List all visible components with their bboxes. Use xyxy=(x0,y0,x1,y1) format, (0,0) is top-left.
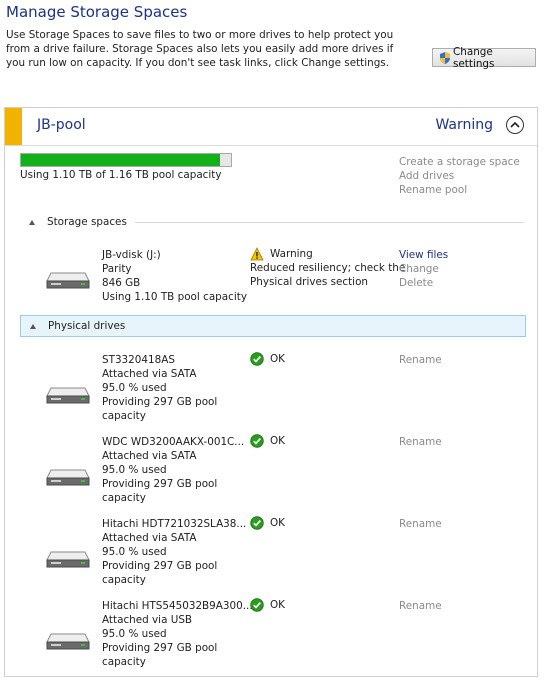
pool-capacity-fill xyxy=(21,154,221,166)
rename-drive-link[interactable]: Rename xyxy=(399,353,442,367)
chevron-up-icon xyxy=(510,121,520,128)
drive-status: OK xyxy=(250,598,285,612)
drive-actions: Rename xyxy=(399,517,442,531)
drive-actions: Rename xyxy=(399,353,442,367)
change-settings-button[interactable]: Change settings xyxy=(432,45,536,70)
drive-used: 95.0 % used xyxy=(102,628,167,640)
hard-drive-icon xyxy=(46,551,90,568)
pool-capacity-text: Using 1.10 TB of 1.16 TB pool capacity xyxy=(20,169,222,181)
section-divider xyxy=(134,221,524,223)
drive-providing: Providing 297 GB pool xyxy=(102,560,218,572)
storage-space-actions: View files Change Delete xyxy=(399,248,448,290)
storage-spaces-header-label: Storage spaces xyxy=(47,216,127,228)
uac-shield-icon xyxy=(440,52,450,64)
page-description: Use Storage Spaces to save files to two … xyxy=(6,29,394,69)
drive-status: OK xyxy=(250,434,285,448)
drive-status-text: OK xyxy=(270,599,285,611)
hard-drive-icon xyxy=(46,469,90,486)
check-circle-icon xyxy=(250,598,264,612)
pool-name: JB-pool xyxy=(37,117,86,133)
physical-drive-item: WDC WD3200AAKX-001C... Attached via SATA… xyxy=(5,433,537,513)
storage-space-name: JB-vdisk (J:) xyxy=(102,249,161,261)
drive-status-text: OK xyxy=(270,517,285,529)
check-circle-icon xyxy=(250,434,264,448)
physical-drive-item: Hitachi HDT721032SLA38... Attached via S… xyxy=(5,515,537,595)
drive-providing-2: capacity xyxy=(102,410,146,422)
drive-providing: Providing 297 GB pool xyxy=(102,642,218,654)
drive-info: WDC WD3200AAKX-001C... Attached via SATA… xyxy=(102,435,244,505)
drive-connection: Attached via SATA xyxy=(102,450,197,462)
rename-pool-link[interactable]: Rename pool xyxy=(399,183,520,197)
drive-name: WDC WD3200AAKX-001C... xyxy=(102,436,245,448)
change-link[interactable]: Change xyxy=(399,262,448,276)
page-title: Manage Storage Spaces xyxy=(6,3,188,21)
warning-triangle-icon xyxy=(250,247,264,261)
drive-actions: Rename xyxy=(399,599,442,613)
rename-drive-link[interactable]: Rename xyxy=(399,435,442,449)
drive-name: Hitachi HTS545032B9A300... xyxy=(102,600,253,612)
drive-providing: Providing 297 GB pool xyxy=(102,396,218,408)
drive-info: ST3320418AS Attached via SATA 95.0 % use… xyxy=(102,353,217,423)
storage-space-status: Warning Reduced resiliency; check the Ph… xyxy=(250,247,405,289)
rename-drive-link[interactable]: Rename xyxy=(399,599,442,613)
create-storage-space-link[interactable]: Create a storage space xyxy=(399,155,520,169)
drive-name: Hitachi HDT721032SLA38... xyxy=(102,518,247,530)
drive-used: 95.0 % used xyxy=(102,464,167,476)
rename-drive-link[interactable]: Rename xyxy=(399,517,442,531)
storage-space-resiliency: Parity xyxy=(102,263,132,275)
drive-connection: Attached via SATA xyxy=(102,368,197,380)
drive-name: ST3320418AS xyxy=(102,354,175,366)
drive-status-text: OK xyxy=(270,435,285,447)
storage-space-status-detail: Reduced resiliency; check the xyxy=(250,262,406,274)
storage-space-item: JB-vdisk (J:) Parity 846 GB Using 1.10 T… xyxy=(5,246,537,326)
drive-status-text: OK xyxy=(270,353,285,365)
storage-space-usage: Using 1.10 TB pool capacity xyxy=(102,291,247,303)
collapse-arrow-icon xyxy=(29,219,35,225)
physical-drives-section-header[interactable]: Physical drives xyxy=(20,315,526,337)
storage-space-status-detail-2: Physical drives section xyxy=(250,276,369,288)
add-drives-link[interactable]: Add drives xyxy=(399,169,520,183)
drive-providing-2: capacity xyxy=(102,492,146,504)
drive-actions: Rename xyxy=(399,435,442,449)
hard-drive-icon xyxy=(46,633,90,650)
drive-connection: Attached via SATA xyxy=(102,532,197,544)
check-circle-icon xyxy=(250,516,264,530)
change-settings-label: Change settings xyxy=(453,45,495,70)
drive-status: OK xyxy=(250,516,285,530)
physical-drive-item: Hitachi HTS545032B9A300... Attached via … xyxy=(5,597,537,677)
drive-used: 95.0 % used xyxy=(102,382,167,394)
storage-space-info: JB-vdisk (J:) Parity 846 GB Using 1.10 T… xyxy=(102,248,247,304)
pool-header: JB-pool Warning xyxy=(5,108,537,146)
view-files-link[interactable]: View files xyxy=(399,248,448,262)
drive-used: 95.0 % used xyxy=(102,546,167,558)
physical-drives-header-label: Physical drives xyxy=(48,320,126,332)
pool-warning-accent xyxy=(5,108,22,145)
drive-connection: Attached via USB xyxy=(102,614,193,626)
physical-drive-item: ST3320418AS Attached via SATA 95.0 % use… xyxy=(5,351,537,431)
collapse-pool-button[interactable] xyxy=(506,116,524,134)
storage-space-status-title: Warning xyxy=(270,248,313,260)
drive-providing-2: capacity xyxy=(102,574,146,586)
delete-link[interactable]: Delete xyxy=(399,276,448,290)
pool-capacity-bar xyxy=(20,153,232,167)
storage-pool-panel: JB-pool Warning Using 1.10 TB of 1.16 TB… xyxy=(4,107,538,677)
hard-drive-icon xyxy=(46,272,90,289)
drive-status: OK xyxy=(250,352,285,366)
storage-spaces-section-header[interactable]: Storage spaces xyxy=(20,211,526,233)
check-circle-icon xyxy=(250,352,264,366)
drive-info: Hitachi HDT721032SLA38... Attached via S… xyxy=(102,517,246,587)
hard-drive-icon xyxy=(46,387,90,404)
collapse-arrow-icon xyxy=(30,323,36,329)
pool-task-links: Create a storage space Add drives Rename… xyxy=(399,155,520,197)
drive-providing: Providing 297 GB pool xyxy=(102,478,218,490)
pool-status: Warning xyxy=(435,117,493,133)
storage-space-size: 846 GB xyxy=(102,277,141,289)
drive-info: Hitachi HTS545032B9A300... Attached via … xyxy=(102,599,253,669)
drive-providing-2: capacity xyxy=(102,656,146,668)
